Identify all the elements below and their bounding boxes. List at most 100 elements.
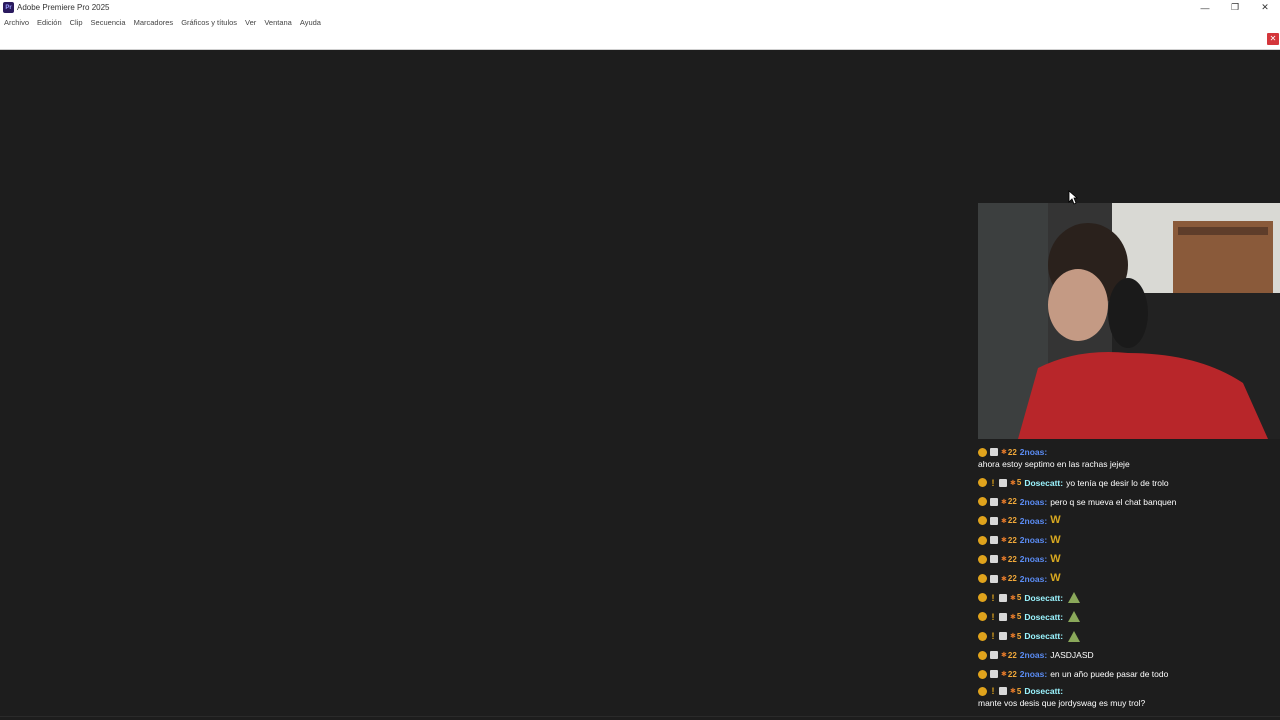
gold-badge-icon bbox=[978, 669, 987, 679]
sub-streak-icon: ✱ bbox=[1001, 498, 1007, 506]
gold-badge-icon bbox=[978, 535, 987, 545]
chat-message: ! ✱ 5 Dosecatt: bbox=[978, 607, 1278, 626]
chat-message-header: ! ✱ 5 Dosecatt: yo tenía qe desir lo de trol… bbox=[978, 477, 1169, 489]
chat-username[interactable]: Dosecatt: bbox=[1024, 631, 1063, 641]
chat-message: ✱ 22 2noas: W bbox=[978, 550, 1278, 569]
gold-badge-icon bbox=[978, 574, 987, 584]
chat-message-header: ✱ 22 2noas: en un año puede pasar de todo bbox=[978, 668, 1168, 680]
chat-message: ✱ 22 2noas: pero q se mueva el chat banquen bbox=[978, 492, 1278, 511]
chat-message-body: ahora estoy septimo en las rachas jejeje bbox=[978, 458, 1130, 470]
chat-username[interactable]: 2noas: bbox=[1020, 650, 1047, 660]
tree-emote-icon bbox=[1068, 592, 1081, 604]
chat-message-header: ! ✱ 5 Dosecatt: bbox=[978, 611, 1081, 623]
box-badge-icon bbox=[999, 478, 1007, 487]
sub-streak-icon: ✱ bbox=[1001, 449, 1007, 456]
chat-username[interactable]: Dosecatt: bbox=[1024, 686, 1063, 696]
chat-message-header: ! ✱ 5 Dosecatt: bbox=[978, 630, 1081, 642]
sub-months: 5 bbox=[1016, 478, 1022, 488]
sub-streak-icon: ✱ bbox=[1010, 633, 1016, 641]
menu-secuencia[interactable]: Secuencia bbox=[87, 18, 130, 27]
chat-panel: ✱ 22 2noas: ahora estoy septimo en las rach… bbox=[978, 445, 1278, 712]
gold-badge-icon bbox=[978, 650, 987, 660]
sub-months: 22 bbox=[1007, 574, 1017, 584]
toolbar-strip: ✕ bbox=[0, 29, 1280, 50]
w-emote-icon: W bbox=[1050, 552, 1061, 565]
chat-message-header: ✱ 22 2noas: W bbox=[978, 534, 1062, 546]
exclamation-badge-icon: ! bbox=[991, 477, 995, 488]
chat-message-text: pero q se mueva el chat banquen bbox=[1050, 496, 1177, 507]
bottom-divider bbox=[0, 716, 1280, 717]
panel-close-button[interactable]: ✕ bbox=[1267, 33, 1279, 45]
chat-message-text: mante vos desis que jordyswag es muy tro… bbox=[978, 698, 1146, 709]
chat-username[interactable]: 2noas: bbox=[1020, 447, 1047, 457]
chat-username[interactable]: 2noas: bbox=[1020, 497, 1047, 507]
chat-username[interactable]: 2noas: bbox=[1020, 535, 1047, 545]
panel-close-icon: ✕ bbox=[1269, 34, 1277, 43]
box-badge-icon bbox=[990, 555, 998, 564]
chat-message: ! ✱ 5 Dosecatt: bbox=[978, 588, 1278, 607]
box-badge-icon bbox=[990, 574, 998, 583]
chat-message-header: ✱ 22 2noas: bbox=[978, 446, 1050, 458]
chat-message-body: mante vos desis que jordyswag es muy tro… bbox=[978, 697, 1145, 709]
sub-months: 5 bbox=[1016, 686, 1022, 696]
chat-username[interactable]: Dosecatt: bbox=[1024, 593, 1063, 603]
box-badge-icon bbox=[990, 536, 998, 545]
sub-streak-icon: ✱ bbox=[1010, 613, 1016, 621]
title-bar: Pr Adobe Premiere Pro 2025 — ❐ ✕ bbox=[0, 0, 1280, 15]
menu-edicion[interactable]: Edición bbox=[33, 18, 66, 27]
sub-streak-icon: ✱ bbox=[1010, 479, 1016, 487]
chat-message: ✱ 22 2noas: ahora estoy septimo en las rach… bbox=[978, 445, 1278, 473]
chat-message-text: yo tenía qe desir lo de trolo bbox=[1066, 477, 1169, 488]
sub-months: 22 bbox=[1007, 497, 1017, 507]
chat-message: ! ✱ 5 Dosecatt: yo tenía qe desir lo de trol… bbox=[978, 473, 1278, 492]
sub-months: 22 bbox=[1007, 516, 1017, 526]
gold-badge-icon bbox=[978, 612, 987, 622]
gold-badge-icon bbox=[978, 516, 987, 526]
chat-username[interactable]: 2noas: bbox=[1020, 516, 1047, 526]
chat-username[interactable]: 2noas: bbox=[1020, 554, 1047, 564]
window-controls: — ❐ ✕ bbox=[1190, 0, 1280, 15]
menu-archivo[interactable]: Archivo bbox=[0, 18, 33, 27]
exclamation-badge-icon: ! bbox=[991, 686, 995, 697]
box-badge-icon bbox=[990, 651, 998, 660]
menu-ventana[interactable]: Ventana bbox=[260, 18, 296, 27]
box-badge-icon bbox=[990, 497, 998, 506]
tree-emote-icon bbox=[1068, 611, 1081, 623]
chat-message-header: ✱ 22 2noas: JASDJASD bbox=[978, 649, 1094, 661]
gold-badge-icon bbox=[978, 593, 987, 603]
chat-username[interactable]: 2noas: bbox=[1020, 574, 1047, 584]
chat-message: ! ✱ 5 Dosecatt: mante vos desis que jordyswa… bbox=[978, 684, 1278, 712]
gold-badge-icon bbox=[978, 631, 987, 641]
sub-months: 5 bbox=[1016, 612, 1022, 622]
gold-badge-icon bbox=[978, 686, 987, 696]
sub-streak-icon: ✱ bbox=[1001, 556, 1007, 564]
menu-ayuda[interactable]: Ayuda bbox=[296, 18, 325, 27]
menu-ver[interactable]: Ver bbox=[241, 18, 260, 27]
w-emote-icon: W bbox=[1050, 572, 1061, 585]
minimize-button[interactable]: — bbox=[1190, 0, 1220, 15]
tree-emote-icon bbox=[1068, 630, 1081, 642]
sub-streak-icon: ✱ bbox=[1010, 594, 1016, 602]
box-badge-icon bbox=[990, 516, 998, 525]
chat-message-header: ✱ 22 2noas: W bbox=[978, 553, 1062, 565]
close-button[interactable]: ✕ bbox=[1250, 0, 1280, 15]
box-badge-icon bbox=[999, 593, 1007, 602]
box-badge-icon bbox=[999, 687, 1007, 696]
restore-button[interactable]: ❐ bbox=[1220, 0, 1250, 15]
chat-message-header: ! ✱ 5 Dosecatt: bbox=[978, 685, 1066, 697]
menu-clip[interactable]: Clip bbox=[66, 18, 87, 27]
menu-marcadores[interactable]: Marcadores bbox=[130, 18, 178, 27]
w-emote-icon: W bbox=[1050, 514, 1061, 527]
sub-streak-icon: ✱ bbox=[1001, 652, 1007, 660]
chat-username[interactable]: 2noas: bbox=[1020, 669, 1047, 679]
sub-months: 22 bbox=[1007, 447, 1017, 457]
menu-graficos-y-titulos[interactable]: Gráficos y títulos bbox=[177, 18, 241, 27]
box-badge-icon bbox=[990, 448, 998, 456]
chat-username[interactable]: Dosecatt: bbox=[1024, 478, 1063, 488]
chat-username[interactable]: Dosecatt: bbox=[1024, 612, 1063, 622]
exclamation-badge-icon: ! bbox=[991, 592, 995, 603]
sub-months: 22 bbox=[1007, 554, 1017, 564]
chat-message: ✱ 22 2noas: W bbox=[978, 569, 1278, 588]
webcam-feed bbox=[978, 203, 1280, 439]
chat-message: ✱ 22 2noas: W bbox=[978, 511, 1278, 530]
